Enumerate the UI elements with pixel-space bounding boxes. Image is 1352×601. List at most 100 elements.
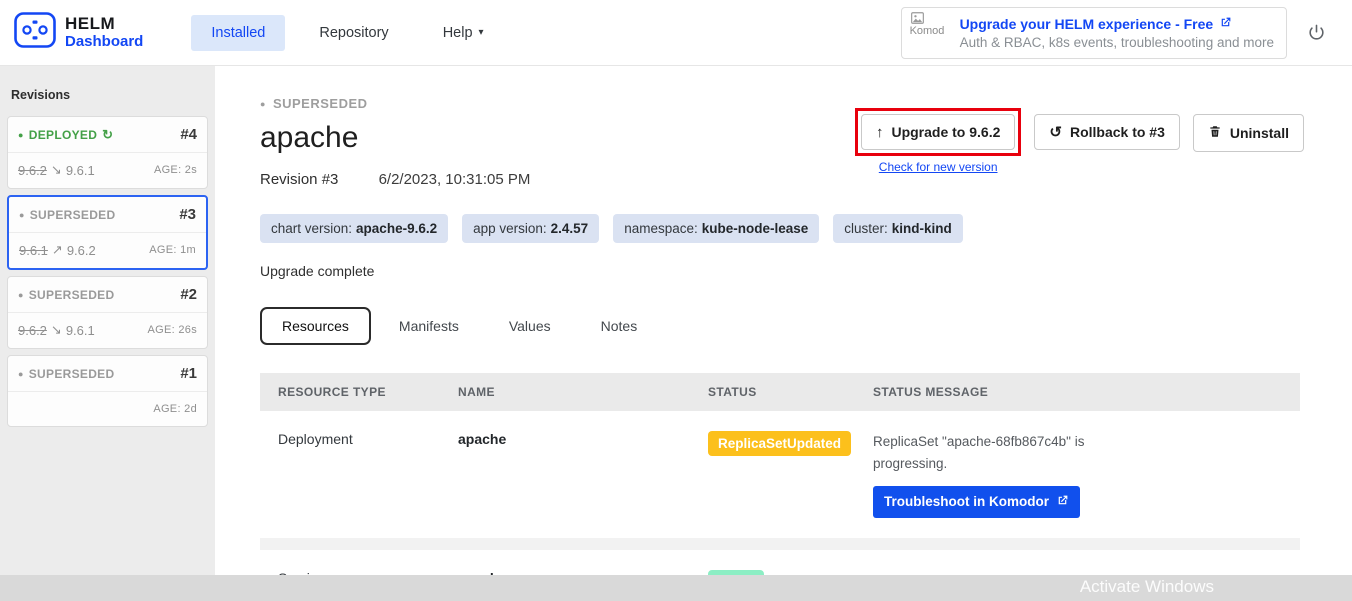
top-navbar: HELM Dashboard Installed Repository Help… [0, 0, 1352, 66]
redeploy-icon[interactable]: ↻ [102, 127, 113, 143]
table-row-service: Service apache Exists [260, 550, 1300, 575]
revision-versions: 9.6.2 ↘ 9.6.1 [18, 162, 95, 178]
table-row-deployment: Deployment apache ReplicaSetUpdated Repl… [260, 411, 1300, 538]
revision-card-2[interactable]: ● SUPERSEDED #2 9.6.2 ↘ 9.6.1 AGE: 26s [7, 276, 208, 349]
col-name: NAME [458, 385, 708, 399]
revision-status-label: SUPERSEDED [29, 288, 115, 302]
revision-age: AGE: 26s [148, 324, 197, 336]
upgrade-arrow-icon: ↑ [876, 125, 884, 140]
revision-status-label: SUPERSEDED [29, 367, 115, 381]
detail-tabs: Resources Manifests Values Notes [260, 307, 1300, 345]
revision-status: ● SUPERSEDED [18, 367, 114, 381]
helm-logo-icon [14, 12, 56, 53]
status-dot-icon: ● [18, 290, 24, 300]
troubleshoot-komodor-button[interactable]: Troubleshoot in Komodor [873, 486, 1080, 518]
revision-versions: 9.6.1 ↗ 9.6.2 [19, 242, 96, 258]
tab-manifests[interactable]: Manifests [377, 307, 481, 345]
nav-help-label: Help [443, 25, 473, 41]
status-dot-icon: ● [18, 369, 24, 379]
old-version: 9.6.2 [18, 163, 47, 178]
status-dot-icon: ● [19, 210, 25, 220]
rollback-button-label: Rollback to #3 [1070, 124, 1165, 140]
namespace-badge: namespace:kube-node-lease [613, 214, 819, 243]
revision-label: Revision #3 [260, 171, 338, 188]
main-nav: Installed Repository Help ▾ [191, 15, 503, 51]
komodor-image: Komod [910, 11, 950, 55]
rollback-icon: ↺ [1049, 125, 1062, 140]
promo-subtitle: Auth & RBAC, k8s events, troubleshooting… [960, 35, 1274, 50]
power-icon [1307, 23, 1326, 42]
chart-version-badge: chart version:apache-9.6.2 [260, 214, 448, 243]
release-note: Upgrade complete [260, 263, 1300, 279]
revision-age: AGE: 2s [154, 164, 197, 176]
new-version: 9.6.1 [66, 323, 95, 338]
status-dot-icon: ● [260, 99, 266, 109]
revisions-sidebar: Revisions ● DEPLOYED ↻ #4 9.6.2 ↘ 9.6.1 … [0, 66, 215, 575]
release-actions: ↑ Upgrade to 9.6.2 Check for new version… [855, 108, 1304, 174]
new-version: 9.6.1 [66, 163, 95, 178]
col-status-message: STATUS MESSAGE [873, 385, 1282, 399]
revision-number: #1 [180, 365, 197, 382]
revision-card-4[interactable]: ● DEPLOYED ↻ #4 9.6.2 ↘ 9.6.1 AGE: 2s [7, 116, 208, 189]
revision-status-label: SUPERSEDED [30, 208, 116, 222]
resources-table: RESOURCE TYPE NAME STATUS STATUS MESSAGE… [260, 373, 1300, 575]
uninstall-button-label: Uninstall [1230, 125, 1289, 141]
nav-tab-repository[interactable]: Repository [299, 15, 408, 51]
promo-upgrade-link[interactable]: Upgrade your HELM experience - Free [960, 16, 1274, 32]
revision-status: ● SUPERSEDED [19, 208, 115, 222]
rollback-button[interactable]: ↺ Rollback to #3 [1034, 114, 1180, 150]
desktop-strip: Activate Windows [0, 575, 1352, 601]
upgrade-button[interactable]: ↑ Upgrade to 9.6.2 [861, 114, 1015, 150]
logo-title: HELM [65, 15, 143, 34]
revision-card-1[interactable]: ● SUPERSEDED #1 AGE: 2d [7, 355, 208, 427]
komodor-image-alt: Komod [910, 25, 945, 37]
old-version: 9.6.1 [19, 243, 48, 258]
revision-versions: 9.6.2 ↘ 9.6.1 [18, 322, 95, 338]
row-divider [260, 538, 1300, 550]
col-status: STATUS [708, 385, 873, 399]
upgrade-button-label: Upgrade to 9.6.2 [891, 124, 1000, 140]
revision-age: AGE: 2d [153, 403, 197, 415]
external-link-icon [1056, 494, 1069, 510]
release-meta-badges: chart version:apache-9.6.2 app version:2… [260, 214, 1300, 243]
uninstall-button[interactable]: Uninstall [1193, 114, 1304, 152]
chevron-down-icon: ▾ [479, 27, 484, 38]
cluster-badge: cluster:kind-kind [833, 214, 963, 243]
broken-image-icon [910, 11, 925, 25]
revision-number: #4 [180, 126, 197, 143]
app-version-badge: app version:2.4.57 [462, 214, 599, 243]
revision-number: #2 [180, 286, 197, 303]
version-arrow-icon: ↘ [51, 162, 62, 178]
resource-name-cell: apache [458, 431, 708, 447]
tab-values[interactable]: Values [487, 307, 573, 345]
revision-card-3[interactable]: ● SUPERSEDED #3 9.6.1 ↗ 9.6.2 AGE: 1m [7, 195, 208, 270]
activate-windows-watermark: Activate Windows [1080, 577, 1214, 597]
status-badge: ReplicaSetUpdated [708, 431, 851, 456]
revision-status-label: DEPLOYED [29, 128, 97, 142]
status-dot-icon: ● [18, 130, 24, 140]
check-new-version-link[interactable]: Check for new version [879, 160, 998, 174]
promo-link-label: Upgrade your HELM experience - Free [960, 16, 1214, 32]
helm-dashboard-logo[interactable]: HELM Dashboard [14, 12, 143, 53]
komodor-promo-banner[interactable]: Komod Upgrade your HELM experience - Fre… [901, 7, 1287, 59]
revision-age: AGE: 1m [149, 244, 196, 256]
revisions-heading: Revisions [11, 88, 208, 102]
status-message: ReplicaSet "apache-68fb867c4b" is progre… [873, 431, 1128, 476]
old-version: 9.6.2 [18, 323, 47, 338]
logo-subtitle: Dashboard [65, 34, 143, 51]
nav-tab-help[interactable]: Help ▾ [423, 15, 504, 51]
new-version: 9.6.2 [67, 243, 96, 258]
col-resource-type: RESOURCE TYPE [278, 385, 458, 399]
power-button[interactable] [1307, 23, 1326, 42]
table-header-row: RESOURCE TYPE NAME STATUS STATUS MESSAGE [260, 373, 1300, 411]
revision-status: ● SUPERSEDED [18, 288, 114, 302]
version-arrow-icon: ↗ [52, 242, 63, 258]
tab-notes[interactable]: Notes [579, 307, 660, 345]
resource-type-cell: Deployment [278, 431, 458, 447]
trash-icon [1208, 124, 1222, 142]
external-link-icon [1219, 16, 1232, 32]
version-arrow-icon: ↘ [51, 322, 62, 338]
nav-tab-installed[interactable]: Installed [191, 15, 285, 51]
release-detail-panel: ● SUPERSEDED apache Revision #3 6/2/2023… [215, 66, 1352, 575]
tab-resources[interactable]: Resources [260, 307, 371, 345]
